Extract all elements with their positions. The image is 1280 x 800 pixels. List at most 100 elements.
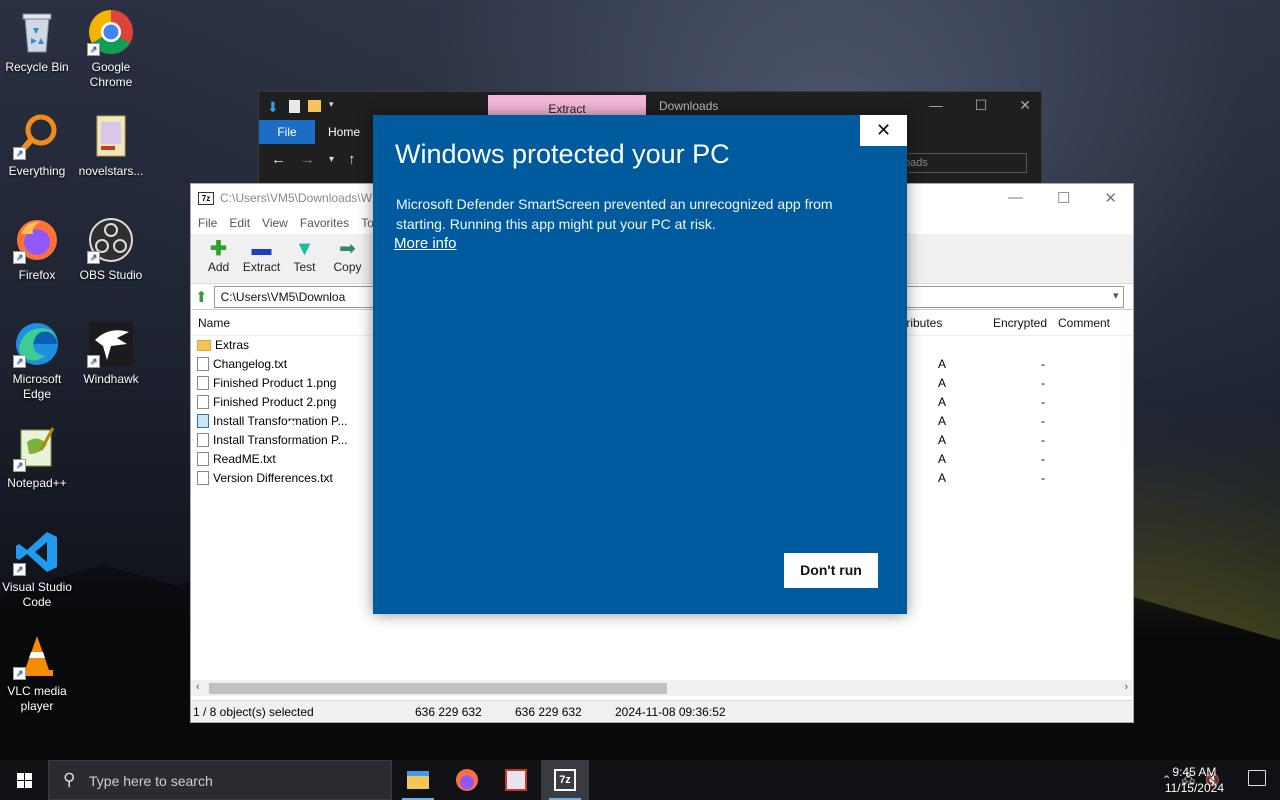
desktop-icon-label: Windhawk (83, 372, 139, 386)
column-name[interactable]: Name (198, 316, 230, 330)
extract-button[interactable]: ▬ Extract (240, 234, 283, 283)
status-modified: 2024-11-08 09:36:52 (615, 705, 726, 719)
text-file-icon (197, 471, 209, 485)
add-icon: ✚ (210, 238, 227, 260)
text-file-icon (197, 452, 209, 466)
desktop-icon-google-chrome[interactable]: ↗ Google Chrome (74, 8, 148, 90)
desktop-icon-label: Google Chrome (89, 60, 133, 89)
desktop-icon-obs-studio[interactable]: ↗ OBS Studio (74, 216, 148, 283)
maximize-icon[interactable]: ☐ (1057, 189, 1070, 207)
taskbar-file-explorer[interactable] (394, 760, 442, 800)
taskbar-novelstars[interactable] (492, 760, 540, 800)
taskbar-sevenzip[interactable]: 7z (541, 760, 589, 800)
test-button[interactable]: ▼ Test (283, 234, 326, 283)
copy-label: Copy (333, 260, 362, 274)
smartscreen-dialog[interactable]: ✕ Windows protected your PC Microsoft De… (373, 115, 907, 614)
desktop-icon-firefox[interactable]: ↗ Firefox (0, 216, 74, 283)
menu-edit[interactable]: Edit (229, 216, 250, 230)
minimize-icon[interactable]: — (1008, 189, 1023, 207)
file-name: Changelog.txt (213, 357, 288, 371)
desktop-icon-microsoft-edge[interactable]: ↗ Microsoft Edge (0, 320, 74, 402)
obs-icon: ↗ (87, 216, 135, 264)
scroll-left-icon[interactable]: ‹ (196, 681, 200, 693)
copy-button[interactable]: ➡ Copy (326, 234, 369, 283)
forward-icon[interactable]: → (300, 151, 315, 168)
desktop-icon-everything[interactable]: ↗ Everything (0, 112, 74, 179)
text-file-icon (197, 357, 209, 371)
status-selected: 1 / 8 object(s) selected (193, 705, 314, 719)
close-icon[interactable]: ✕ (860, 115, 907, 146)
more-info-link[interactable]: More info (394, 235, 457, 252)
extract-label: Extract (242, 260, 281, 274)
scroll-right-icon[interactable]: › (1124, 681, 1128, 693)
download-arrow-icon[interactable]: ⬇ (267, 99, 281, 115)
dont-run-button[interactable]: Don't run (784, 553, 878, 588)
recycle-bin-icon (13, 8, 61, 56)
file-encrypted: - (1041, 433, 1045, 447)
taskbar-search-box[interactable]: ⚲ Type here to search (48, 760, 392, 800)
menu-favorites[interactable]: Favorites (300, 216, 349, 230)
file-attr: A (938, 376, 947, 390)
file-name: Install Transformation P... (213, 414, 348, 428)
clock-date: 11/15/2024 (1164, 781, 1224, 795)
menu-file[interactable]: File (198, 216, 217, 230)
desktop-icon-vscode[interactable]: ↗ Visual Studio Code (0, 528, 74, 610)
file-name: ReadME.txt (213, 452, 276, 466)
desktop-icon-windhawk[interactable]: ↗ Windhawk (74, 320, 148, 387)
shortcut-arrow-icon: ↗ (13, 355, 26, 368)
menu-tools[interactable]: To (361, 216, 374, 230)
start-button[interactable] (0, 760, 48, 800)
maximize-icon[interactable]: ☐ (975, 97, 988, 114)
close-icon[interactable]: ✕ (1019, 97, 1031, 114)
chevron-down-icon[interactable]: ▾ (329, 99, 343, 113)
desktop-icon-novelstars[interactable]: novelstars... (74, 112, 148, 179)
explorer-title: Downloads (659, 99, 719, 113)
ribbon-tab-file[interactable]: File (259, 120, 315, 144)
taskbar-clock[interactable]: 9:45 AM 11/15/2024 (1165, 764, 1224, 796)
file-attr: A (938, 414, 947, 428)
taskbar-firefox[interactable] (443, 760, 491, 800)
file-name: Install Transformation P... (213, 433, 348, 447)
back-icon[interactable]: ← (271, 151, 286, 168)
column-encrypted[interactable]: Encrypted (993, 316, 1047, 330)
properties-icon[interactable] (289, 99, 300, 113)
close-icon[interactable]: ✕ (1104, 189, 1117, 207)
novelstars-icon (505, 769, 527, 791)
file-encrypted: - (1041, 471, 1045, 485)
notepad-plus-plus-icon: ↗ (13, 424, 61, 472)
file-explorer-icon (407, 771, 429, 789)
desktop-icon-label: Microsoft Edge (12, 372, 62, 401)
horizontal-scrollbar[interactable]: ‹ › (191, 680, 1133, 696)
file-encrypted: - (1041, 357, 1045, 371)
desktop-icon-label: Notepad++ (7, 476, 67, 490)
sevenzip-title: C:\Users\VM5\Downloads\W (220, 191, 373, 205)
ribbon-tab-home[interactable]: Home (315, 125, 373, 139)
column-comment[interactable]: Comment (1058, 316, 1110, 330)
folder-up-icon[interactable]: ⬆ (195, 288, 208, 306)
file-encrypted: - (1041, 452, 1045, 466)
novelstars-icon (87, 112, 135, 160)
firefox-icon (456, 769, 478, 791)
minimize-icon[interactable]: — (929, 97, 943, 114)
desktop-icon-label: Visual Studio Code (2, 580, 72, 609)
recent-locations-icon[interactable]: ▾ (329, 154, 334, 165)
add-button[interactable]: ✚ Add (197, 234, 240, 283)
new-folder-icon[interactable] (308, 100, 321, 112)
file-name: Finished Product 1.png (213, 376, 337, 390)
desktop-icon-notepad-plus-plus[interactable]: ↗ Notepad++ (0, 424, 74, 491)
desktop-icon-vlc[interactable]: ↗ VLC media player (0, 632, 74, 714)
dialog-title: Windows protected your PC (395, 139, 730, 169)
desktop-icon-recycle-bin[interactable]: Recycle Bin (0, 8, 74, 75)
file-attr: A (938, 452, 947, 466)
explorer-search-input[interactable]: oads (897, 153, 1027, 173)
file-encrypted: - (1041, 395, 1045, 409)
notification-center-icon[interactable] (1248, 770, 1266, 786)
menu-view[interactable]: View (262, 216, 288, 230)
up-icon[interactable]: ↑ (348, 151, 356, 168)
column-attributes[interactable]: tributes (903, 316, 942, 330)
scrollbar-thumb[interactable] (209, 683, 667, 694)
file-attr: A (938, 471, 947, 485)
executable-file-icon (197, 414, 209, 428)
chevron-down-icon[interactable]: ▾ (1113, 289, 1119, 302)
file-encrypted: - (1041, 376, 1045, 390)
